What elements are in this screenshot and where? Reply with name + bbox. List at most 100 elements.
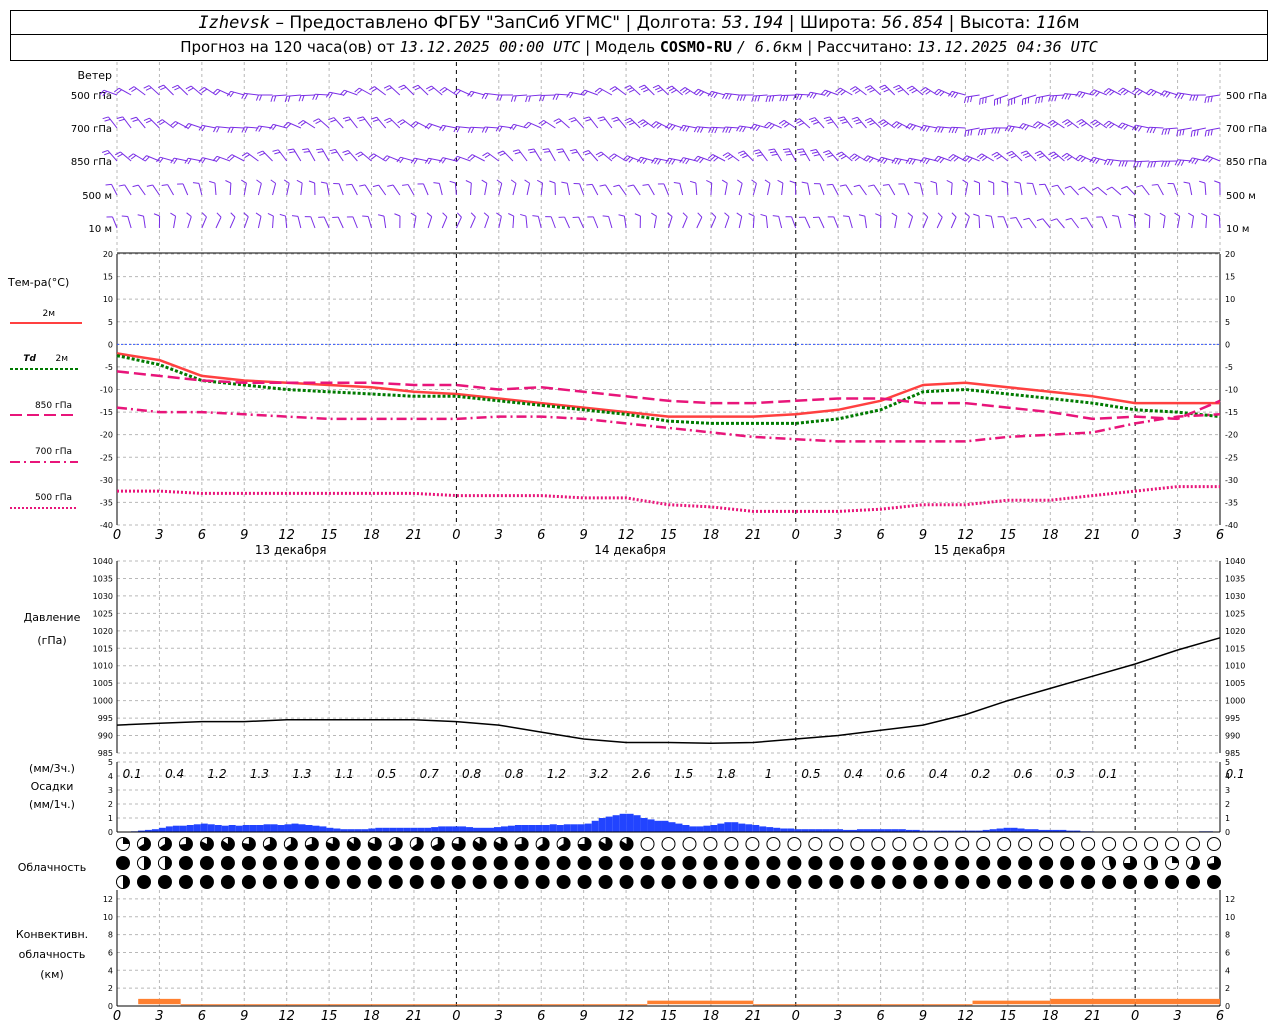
- wind-barb-feather: [1121, 185, 1127, 190]
- cloud-mid-fill: [116, 856, 130, 870]
- wind-barb-feather: [651, 121, 657, 126]
- wind-barb-feather: [118, 184, 125, 187]
- temp-xtick-label: 18: [1042, 528, 1059, 543]
- precip-bar: [319, 826, 327, 832]
- wind-barb-feather: [754, 95, 758, 102]
- wind-barb-feather: [414, 86, 421, 91]
- precip-3h-total: 1: [765, 767, 773, 781]
- wind-barb-shaft: [548, 148, 556, 162]
- wind-barb-feather: [725, 127, 729, 133]
- wind-barb-feather: [765, 96, 769, 103]
- wind-barb-shaft: [1173, 183, 1179, 196]
- wind-barb-shaft: [1006, 182, 1009, 196]
- wind-barb-feather: [173, 122, 179, 128]
- cloud-mid-fill: [1018, 856, 1032, 870]
- wind-barb-feather: [727, 155, 734, 160]
- precip-bar: [291, 823, 299, 832]
- cloud-low-fill: [410, 875, 424, 889]
- wind-barb-shaft: [819, 183, 825, 196]
- wind-barb-feather: [609, 153, 615, 158]
- cloud-mid-fill: [326, 856, 340, 870]
- wind-barb-feather: [1123, 124, 1129, 130]
- precip-bar: [591, 820, 599, 832]
- wind-barb-feather: [385, 156, 391, 162]
- wind-barb-feather: [230, 212, 236, 218]
- wind-barb-feather: [894, 158, 899, 165]
- precip-bar: [738, 823, 746, 832]
- temp-xtick-label: 12: [957, 528, 974, 543]
- wind-barb-shaft: [1071, 218, 1079, 229]
- wind-barb-shaft: [648, 184, 655, 196]
- wind-barb-shaft: [980, 94, 994, 100]
- wind-barb-feather: [796, 94, 800, 100]
- wind-barb-shaft: [996, 151, 1009, 162]
- wind-barb-feather: [413, 158, 418, 165]
- precip-ytick-label: 2: [108, 800, 113, 809]
- wind-barb-feather: [1075, 91, 1080, 97]
- wind-barb-feather: [728, 127, 732, 134]
- wind-barb-feather: [682, 88, 688, 94]
- wind-barb-feather: [386, 119, 393, 124]
- wind-barb-feather: [383, 85, 390, 89]
- wind-barb-feather: [925, 90, 931, 95]
- wind-barb-feather: [556, 148, 563, 151]
- precip-bar: [473, 827, 481, 832]
- temp-xtick-label: 6: [537, 528, 545, 543]
- wind-barb-feather: [782, 148, 790, 151]
- wind-barb-feather: [146, 184, 153, 187]
- wind-barb-shaft: [215, 216, 222, 229]
- wind-barb-feather: [736, 125, 740, 132]
- wind-barb-feather: [685, 90, 691, 95]
- precip-3h-total: 0.6: [1014, 767, 1033, 781]
- wind-barb-feather: [1106, 159, 1111, 166]
- wind-barb-shaft: [262, 150, 273, 162]
- wind-barb-shaft: [555, 93, 570, 96]
- cloud-mid-fill: [892, 856, 906, 870]
- wind-barb-shaft: [277, 149, 288, 162]
- wind-barb-feather: [779, 95, 783, 102]
- wind-barb-feather: [442, 212, 448, 218]
- wind-barb-feather: [1052, 123, 1059, 128]
- wind-barb-feather: [1010, 126, 1015, 133]
- wind-barb-feather: [937, 212, 943, 218]
- cloud-low-fill: [326, 875, 340, 889]
- wind-barb-feather: [657, 89, 664, 93]
- wind-barb-shaft: [163, 84, 174, 96]
- wind-barb-shaft: [883, 119, 896, 129]
- wind-barb-feather: [1062, 119, 1068, 124]
- wind-barb-feather: [599, 184, 606, 187]
- pressure-ytick-label-right: 1040: [1225, 557, 1245, 566]
- wind-barb-feather: [160, 86, 167, 91]
- wind-barb-feather: [1095, 158, 1100, 165]
- conv-xtick-label: 18: [1042, 1009, 1059, 1024]
- temp-ytick-label: -15: [100, 408, 113, 417]
- wind-barb-shaft: [487, 152, 500, 162]
- wind-barb-shaft: [1157, 184, 1164, 196]
- precip-bar: [696, 826, 704, 832]
- wind-barb-feather: [653, 122, 660, 128]
- wind-barb-shaft: [352, 216, 358, 229]
- wind-barb-feather: [640, 86, 647, 91]
- temp-xtick-label: 6: [1216, 528, 1224, 543]
- wind-barb-shaft: [533, 148, 542, 162]
- wind-barb-shaft: [558, 118, 570, 129]
- wind-barb-shaft: [310, 216, 316, 229]
- wind-barb-feather: [613, 184, 620, 188]
- pressure-ytick-label: 985: [98, 749, 113, 758]
- wind-barb-feather: [1136, 184, 1143, 188]
- wind-barb-feather: [1051, 184, 1058, 188]
- wind-barb-feather: [399, 121, 406, 126]
- wind-barb-feather: [810, 119, 817, 123]
- conv-xtick-label: 0: [452, 1009, 460, 1024]
- temp-ytick-label: -10: [100, 386, 113, 395]
- cloud-low-fill: [934, 875, 948, 889]
- wind-barb-feather: [893, 84, 900, 89]
- wind-barb-feather: [529, 151, 536, 154]
- wind-barb-feather: [1109, 123, 1115, 129]
- wind-barb-feather: [948, 154, 954, 159]
- wind-barb-feather: [102, 116, 109, 120]
- wind-barb-feather: [345, 183, 352, 186]
- wind-barb-feather: [668, 124, 673, 130]
- wind-barb-feather: [911, 159, 916, 165]
- wind-barb-feather: [908, 124, 914, 130]
